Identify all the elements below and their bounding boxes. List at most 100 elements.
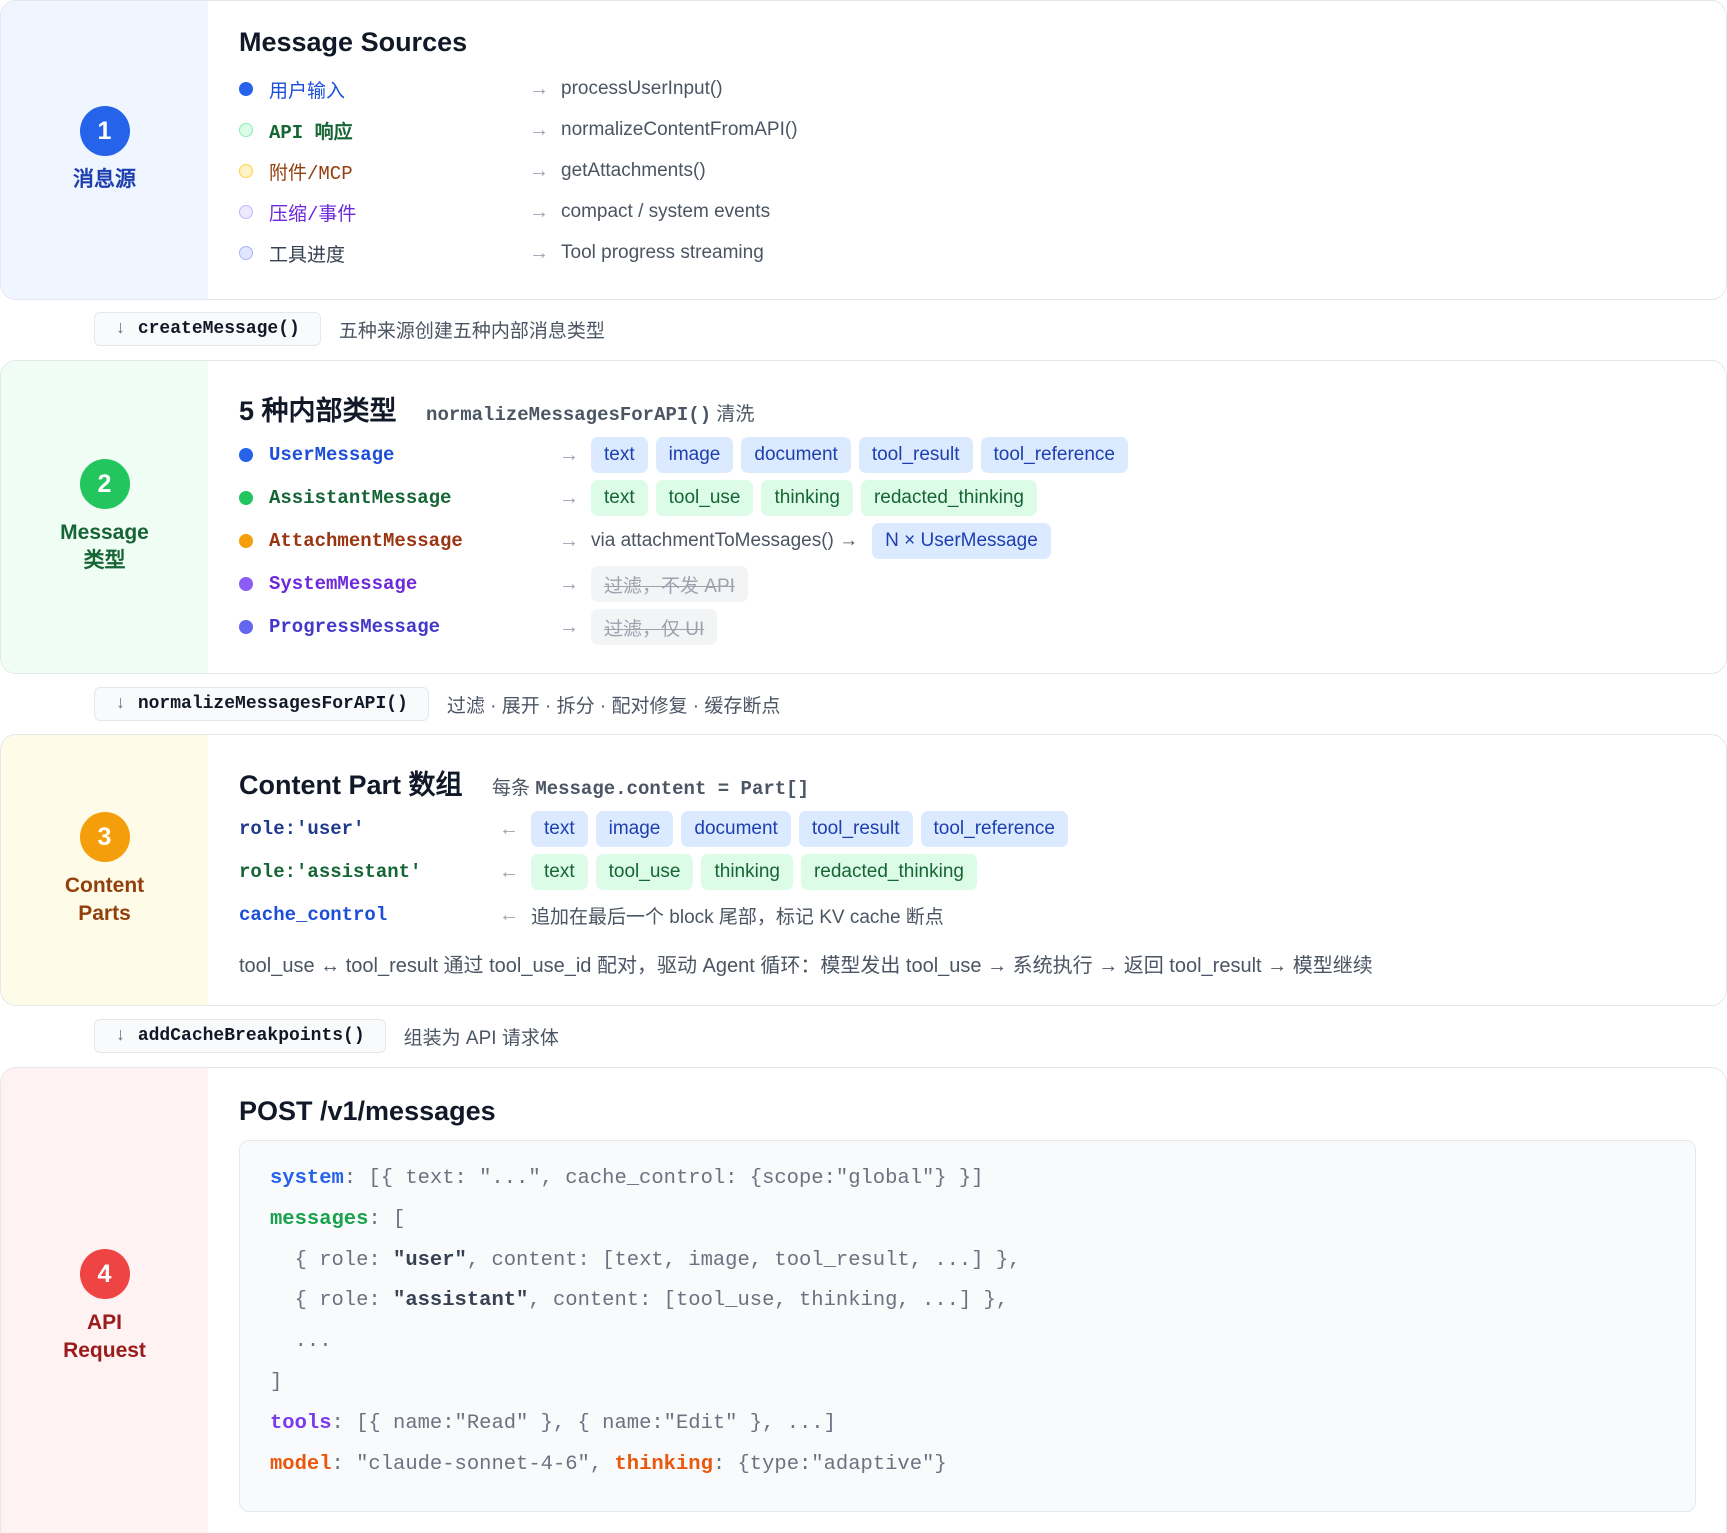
source-dot (239, 164, 253, 178)
source-row: 工具进度 → Tool progress streaming (239, 235, 764, 271)
source-dot (239, 205, 253, 219)
content-chip: tool_use (655, 480, 754, 516)
code-line: tools: [{ name:"Read" }, { name:"Edit" }… (270, 1412, 1665, 1453)
stage-2-title-suffix: 清洗 (716, 404, 755, 425)
role-name: cache_control (239, 904, 388, 926)
stage-content-parts: 3 Content Parts Content Part 数组 每条 Messa… (0, 734, 1727, 1006)
stage-3-label-2: Parts (78, 902, 131, 925)
code-role: "assistant" (393, 1289, 529, 1313)
source-dot (239, 123, 253, 137)
pairing-note: tool_use ↔ tool_result 通过 tool_use_id 配对… (239, 954, 1373, 977)
content-chip: image (595, 811, 674, 847)
role-name: role:'assistant' (239, 861, 422, 883)
content-chip: thinking (701, 854, 793, 890)
code-line: ] (270, 1371, 1665, 1412)
stage-2-title-note: normalizeMessagesForAPI() 清洗 (426, 404, 755, 426)
code-line: model: "claude-sonnet-4-6", thinking: {t… (270, 1453, 1665, 1494)
stage-4-title: POST /v1/messages (239, 1096, 496, 1126)
connector-note: 过滤 · 展开 · 拆分 · 配对修复 · 缓存断点 (446, 695, 781, 717)
type-row: AttachmentMessage → via attachmentToMess… (239, 523, 1059, 559)
code-role: "user" (393, 1248, 467, 1272)
type-dot (239, 448, 253, 462)
content-chip: redacted_thinking (860, 480, 1037, 516)
content-chip: tool_reference (920, 811, 1068, 847)
code-value: { role: (270, 1248, 394, 1272)
content-chip: thinking (761, 480, 853, 516)
arrow-icon: → (559, 572, 579, 595)
source-name: 压缩/事件 (269, 203, 357, 226)
type-dot (239, 577, 253, 591)
code-line: { role: "user", content: [text, image, t… (270, 1249, 1665, 1290)
arrow-down-icon: ↓ (115, 1026, 126, 1046)
code-value: , content: [text, image, tool_result, ..… (466, 1248, 1021, 1272)
content-chip: image (655, 437, 734, 473)
code-value: : "claude-sonnet-4-6", (331, 1452, 615, 1476)
code-value: , content: [tool_use, thinking, ...] }, (528, 1289, 1009, 1313)
role-row: cache_control ← 追加在最后一个 block 尾部，标记 KV c… (239, 897, 944, 933)
arrow-left-icon: ← (499, 817, 519, 840)
connector-function-box: ↓ createMessage() (94, 312, 321, 346)
connector-note: 组装为 API 请求体 (403, 1027, 559, 1049)
content-chip: tool_result (798, 811, 913, 847)
role-row: role:'user' ← text image document tool_r… (239, 811, 1076, 847)
source-row: API 响应 → normalizeContentFromAPI() (239, 112, 798, 148)
connector-cache-breakpoints: ↓ addCacheBreakpoints() 组装为 API 请求体 (94, 1019, 559, 1053)
arrow-icon: → (529, 159, 549, 182)
stage-1-rail: 1 消息源 (1, 1, 208, 299)
code-line: messages: [ (270, 1208, 1665, 1249)
filtered-chip: 过滤，不发 API (591, 566, 748, 602)
connector-function-box: ↓ addCacheBreakpoints() (94, 1019, 386, 1053)
content-chip: redacted_thinking (800, 854, 977, 890)
stage-3-rail: 3 Content Parts (1, 735, 208, 1005)
connector-function: addCacheBreakpoints() (137, 1026, 365, 1046)
stage-3-label-1: Content (64, 874, 145, 897)
code-line: ... (270, 1330, 1665, 1371)
source-target: Tool progress streaming (561, 242, 764, 263)
source-name: 工具进度 (269, 244, 346, 266)
stage-3-badge: 3 (79, 812, 130, 862)
stage-4-content: POST /v1/messages system: [{ text: "..."… (239, 1068, 1696, 1533)
stage-3-title-prefix: 每条 (492, 778, 531, 799)
source-target: compact / system events (561, 201, 771, 222)
content-chip: tool_result (858, 437, 973, 473)
arrow-down-icon: ↓ (115, 319, 126, 339)
stage-2-title-text: 5 种内部类型 (239, 396, 397, 426)
arrow-left-icon: ← (499, 860, 519, 883)
code-value: ... (270, 1330, 332, 1354)
stage-3-title: Content Part 数组 每条 Message.content = Par… (239, 763, 809, 802)
cache-control-note: 追加在最后一个 block 尾部，标记 KV cache 断点 (531, 906, 944, 928)
arrow-icon: → (529, 118, 549, 141)
code-value: : {type:"adaptive"} (712, 1452, 947, 1476)
stage-1-label: 消息源 (73, 168, 136, 191)
stage-1-title: Message Sources (239, 27, 468, 57)
role-name: role:'user' (239, 818, 365, 840)
type-dot (239, 620, 253, 634)
connector-function: normalizeMessagesForAPI() (137, 694, 408, 714)
stage-message-sources: 1 消息源 Message Sources 用户输入 → processUser… (0, 0, 1727, 300)
stage-2-title: 5 种内部类型 normalizeMessagesForAPI() 清洗 (239, 389, 754, 428)
source-row: 压缩/事件 → compact / system events (239, 194, 770, 230)
type-row: UserMessage → text image document tool_r… (239, 437, 1136, 473)
type-dot (239, 534, 253, 548)
type-name: AssistantMessage (269, 487, 452, 509)
type-row: ProgressMessage → 过滤，仅 UI (239, 609, 725, 645)
stage-4-badge: 4 (79, 1249, 130, 1299)
arrow-icon: → (559, 615, 579, 638)
request-code-block: system: [{ text: "...", cache_control: {… (239, 1140, 1696, 1512)
stage-2-badge: 2 (79, 459, 130, 509)
content-chip: text (531, 854, 588, 890)
code-value: : [ (368, 1207, 406, 1231)
connector-normalize: ↓ normalizeMessagesForAPI() 过滤 · 展开 · 拆分… (94, 687, 780, 721)
source-dot (239, 82, 253, 96)
arrow-icon: → (529, 241, 549, 264)
type-name: SystemMessage (269, 573, 418, 595)
arrow-icon: → (559, 529, 579, 552)
code-key: thinking (614, 1452, 713, 1476)
source-target: normalizeContentFromAPI() (561, 119, 798, 140)
source-row: 用户输入 → processUserInput() (239, 71, 723, 107)
code-key: model (270, 1452, 332, 1476)
stage-api-request: 4 API Request POST /v1/messages system: … (0, 1067, 1727, 1533)
connector-create-message: ↓ createMessage() 五种来源创建五种内部消息类型 (94, 312, 605, 346)
role-row: role:'assistant' ← text tool_use thinkin… (239, 854, 985, 890)
code-value: : [{ text: "...", cache_control: {scope:… (343, 1167, 984, 1190)
